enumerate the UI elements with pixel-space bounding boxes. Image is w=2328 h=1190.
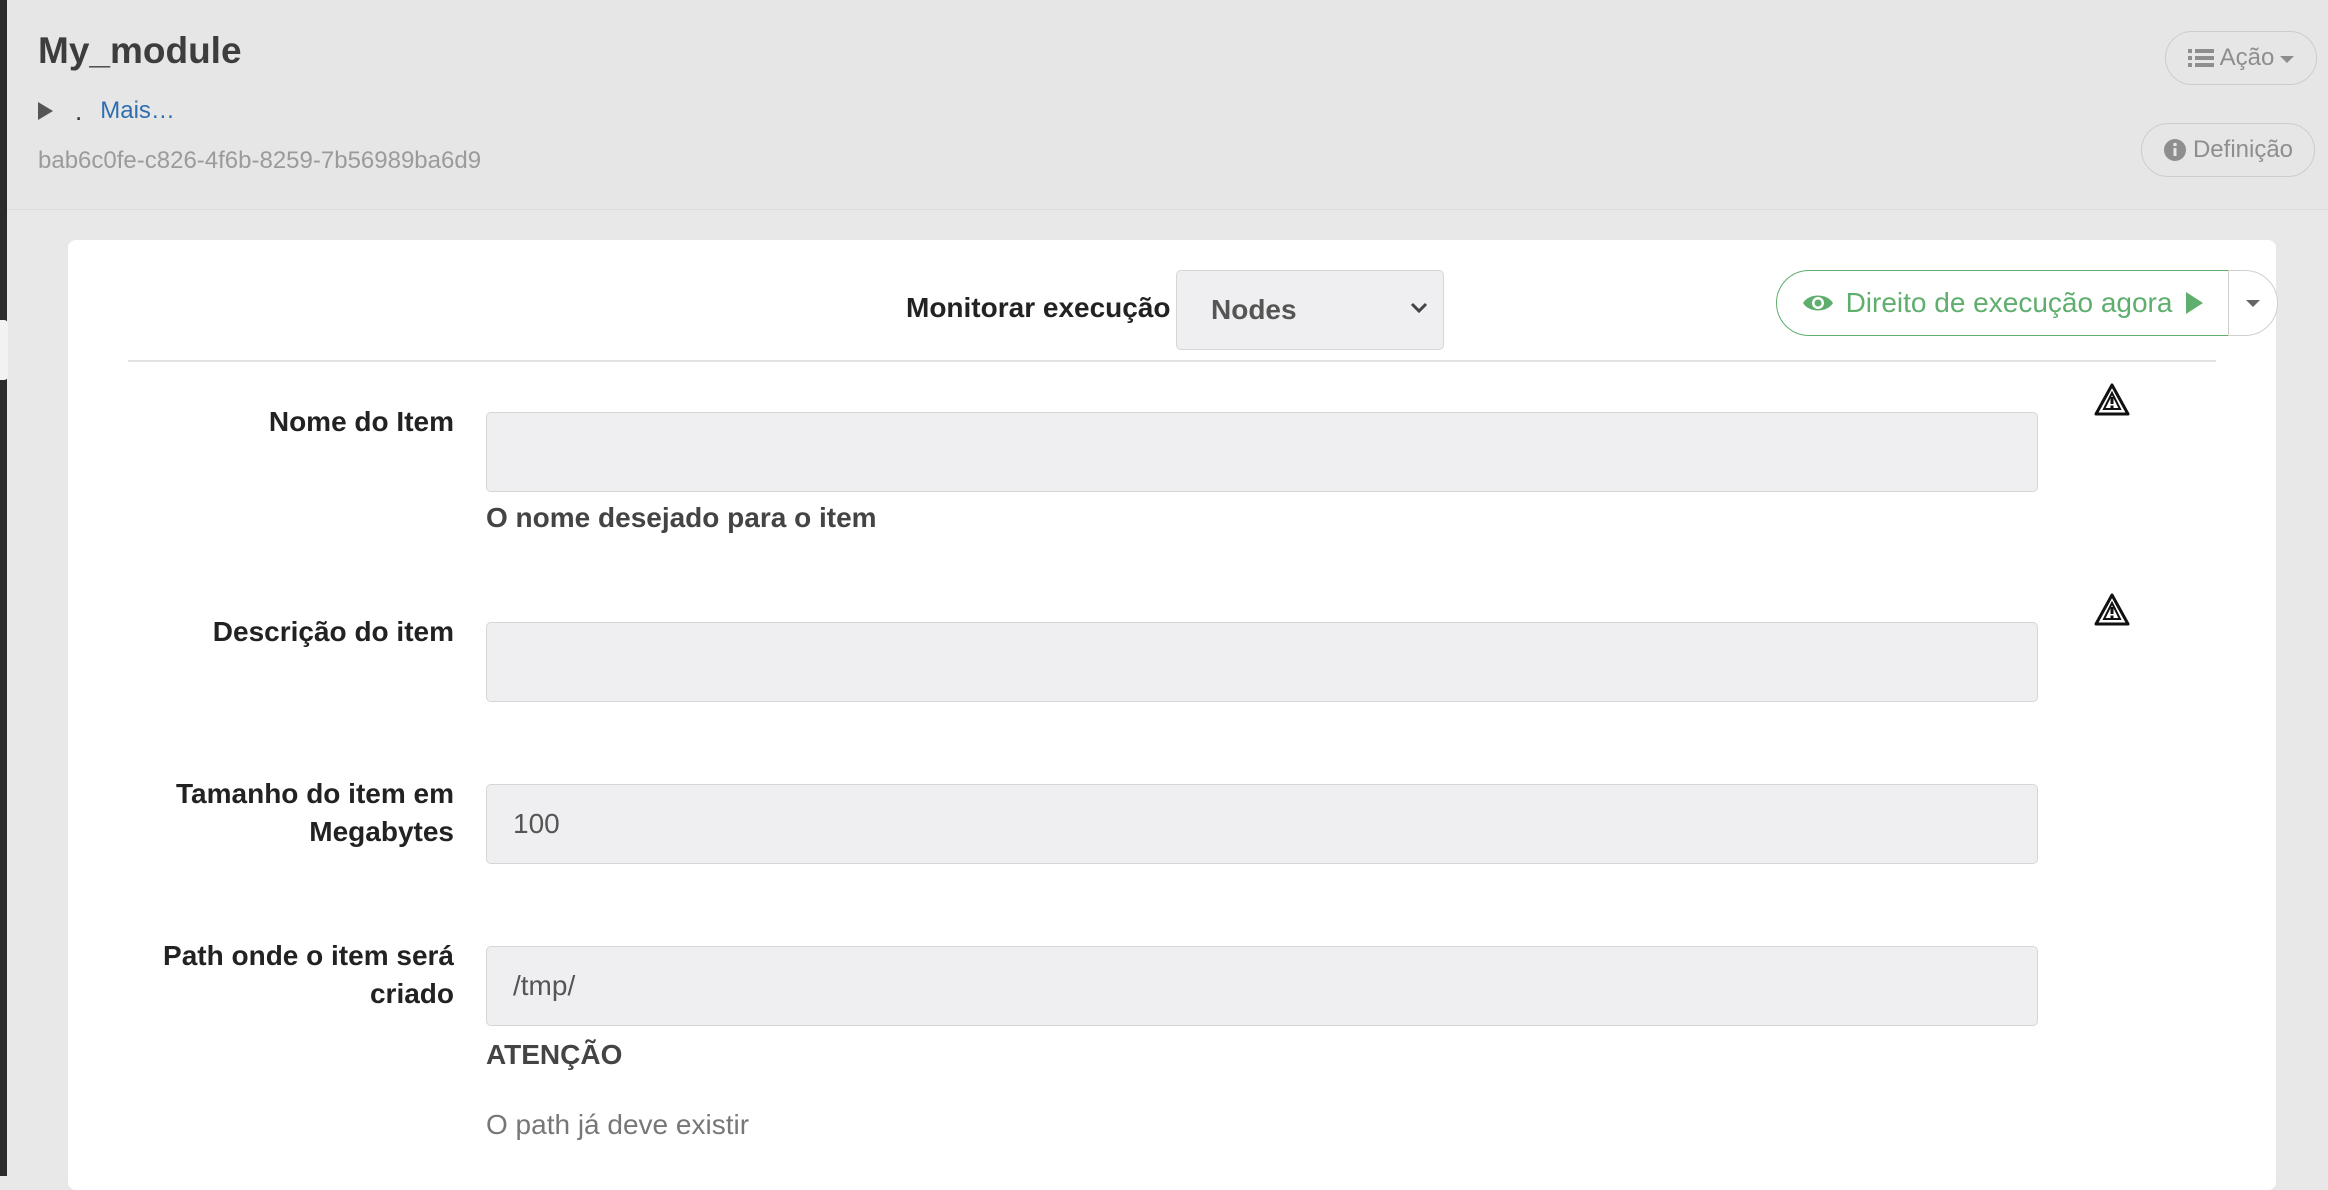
- chevron-down-icon: [2246, 299, 2260, 307]
- run-now-button[interactable]: Direito de execução agora: [1776, 270, 2230, 336]
- monitor-select-value: Nodes: [1211, 294, 1297, 325]
- info-icon: [2163, 139, 2186, 161]
- run-options-dropdown[interactable]: [2228, 270, 2278, 336]
- warning-icon: [2094, 593, 2130, 626]
- warning-icon: [2094, 383, 2130, 416]
- job-uuid: bab6c0fe-c826-4f6b-8259-7b56989ba6d9: [38, 147, 482, 174]
- list-icon: [2187, 49, 2214, 67]
- chevron-down-icon: [1410, 302, 1428, 314]
- field-label-item-description: Descrição do item: [212, 616, 454, 647]
- item-path-help-title: ATENÇÃO: [486, 1039, 623, 1070]
- item-name-input[interactable]: [486, 412, 2038, 492]
- item-description-input[interactable]: [486, 622, 2038, 702]
- page-title: My_module: [38, 30, 242, 71]
- field-label-item-path: Path onde o item será criado: [163, 937, 454, 1013]
- eye-icon: [1802, 295, 1833, 311]
- monitor-label: Monitorar execução: [906, 292, 1171, 323]
- chevron-down-icon: [2280, 56, 2295, 63]
- divider: [128, 360, 2216, 362]
- run-toolbar: Monitorar execução Nodes Direito de exec…: [128, 270, 2278, 350]
- monitor-select[interactable]: Nodes: [1176, 270, 1444, 350]
- field-label-item-name: Nome do Item: [268, 406, 454, 437]
- more-link[interactable]: Mais…: [100, 97, 175, 125]
- window-edge: [0, 0, 8, 1176]
- job-form-panel: Monitorar execução Nodes Direito de exec…: [68, 240, 2278, 1190]
- item-size-input[interactable]: [486, 784, 2038, 864]
- item-path-input[interactable]: [486, 946, 2038, 1026]
- field-label-line: Tamanho do item em: [176, 778, 454, 809]
- field-label-item-size: Tamanho do item em Megabytes: [176, 775, 454, 851]
- field-label-line: Path onde o item será: [163, 940, 454, 971]
- definition-button[interactable]: Definição: [2141, 123, 2315, 177]
- play-icon: [2186, 292, 2204, 314]
- item-name-help: O nome desejado para o item: [486, 502, 877, 533]
- description-dot: .: [75, 95, 83, 126]
- item-path-help: O path já deve existir: [486, 1109, 750, 1140]
- action-button-label: Ação: [2219, 44, 2275, 71]
- definition-button-label: Definição: [2192, 136, 2294, 163]
- more-row: . Mais…: [38, 96, 175, 126]
- page-header: My_module . Mais… bab6c0fe-c826-4f6b-825…: [7, 0, 2328, 210]
- action-button[interactable]: Ação: [2165, 31, 2317, 85]
- field-label-line: Megabytes: [309, 816, 454, 847]
- edge-handle: [0, 320, 8, 380]
- field-label-line: criado: [369, 978, 454, 1009]
- expand-triangle-icon[interactable]: [38, 102, 53, 120]
- run-now-label: Direito de execução agora: [1845, 287, 2173, 318]
